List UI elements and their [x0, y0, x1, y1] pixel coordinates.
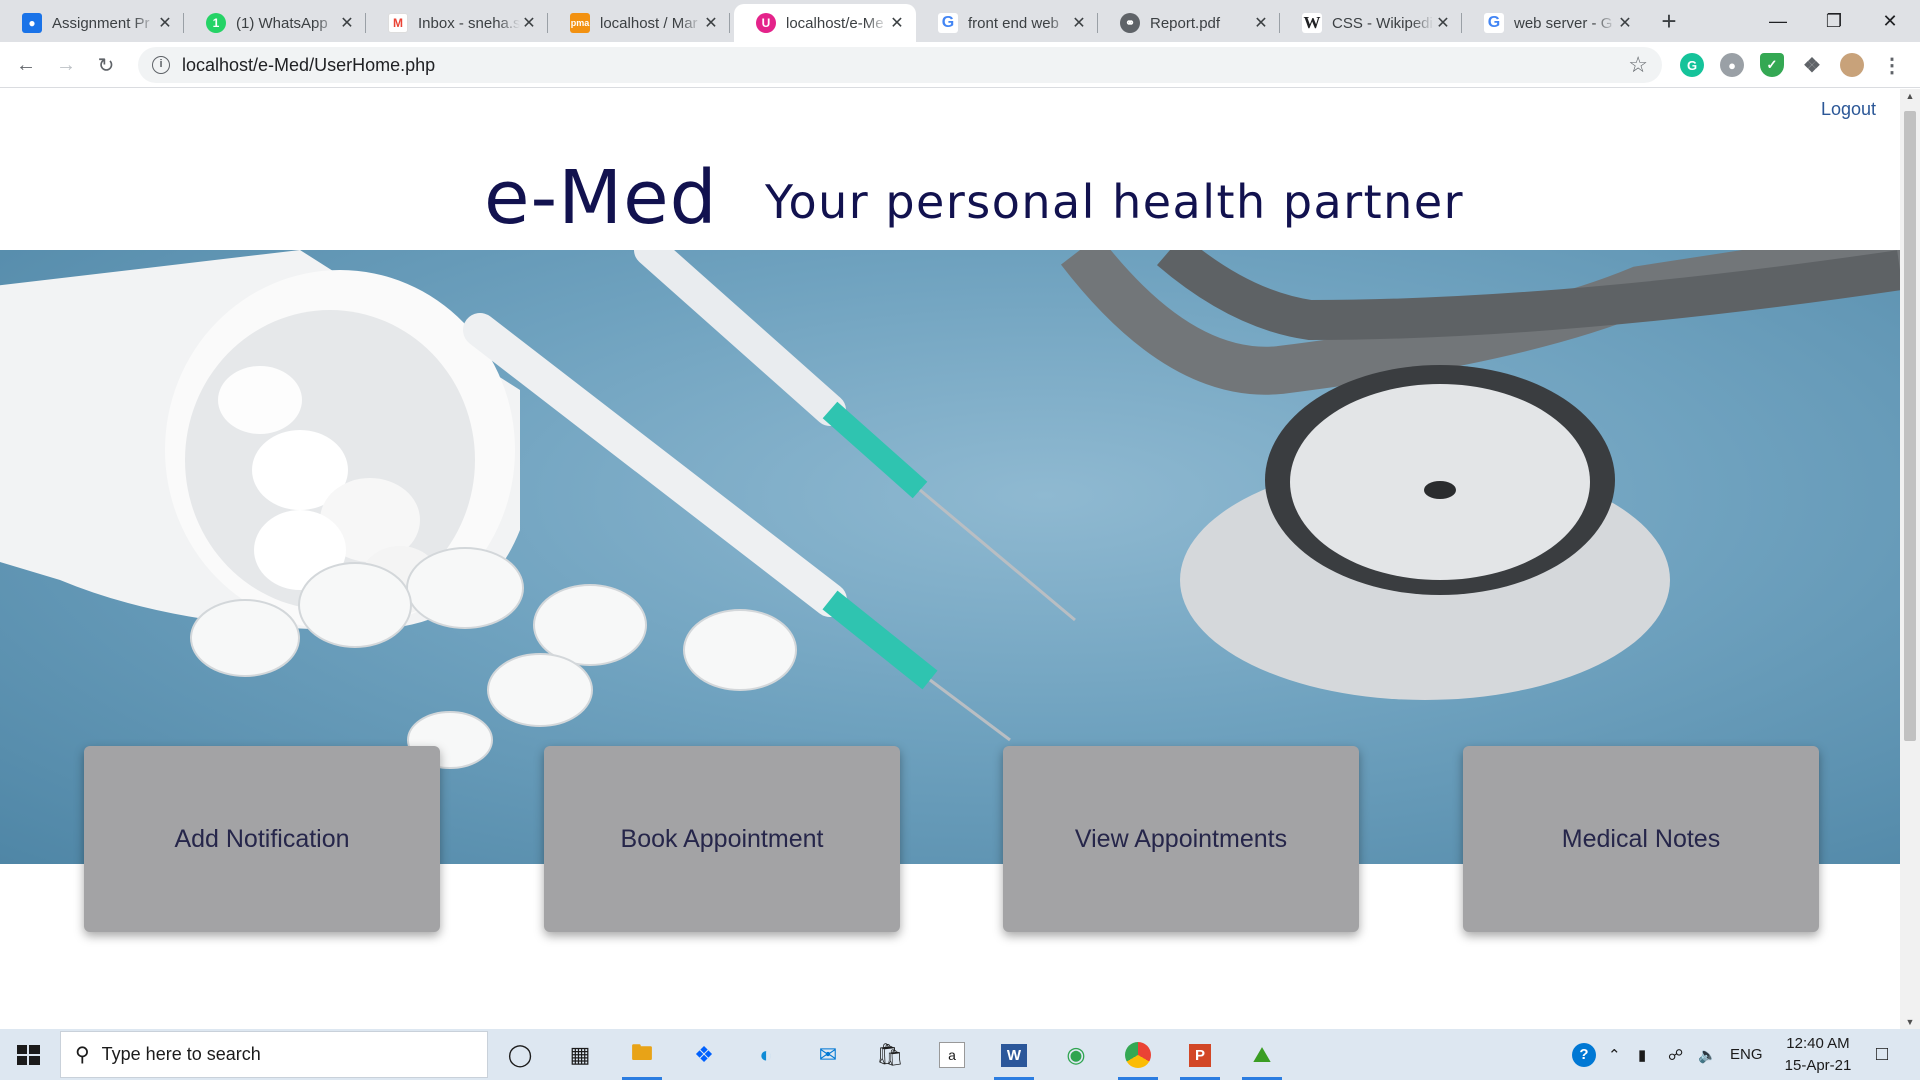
tab-title: localhost / Mar — [600, 14, 698, 32]
page-viewport: Logout e-Med Your personal health partne… — [0, 89, 1900, 1029]
extension-circle-icon[interactable]: ● — [1720, 53, 1744, 77]
powerpoint-icon[interactable]: P — [1180, 1035, 1220, 1080]
url-text[interactable]: localhost/e-Med/UserHome.php — [182, 55, 435, 76]
tab-title: front end web — [968, 14, 1059, 32]
emed-site-icon: U — [756, 13, 776, 33]
globe-icon: ⚭ — [1120, 13, 1140, 33]
action-cards: Add Notification Book Appointment View A… — [0, 746, 1900, 936]
phpmyadmin-icon: pma — [570, 13, 590, 33]
network-icon[interactable]: ☍ — [1668, 1029, 1683, 1080]
tab-title: web server - G — [1514, 14, 1613, 32]
classroom-icon: ● — [22, 13, 42, 33]
task-view-icon[interactable]: ▦ — [560, 1035, 600, 1075]
taskbar-search-box[interactable]: ⚲ Type here to search — [60, 1031, 488, 1078]
tab-title: CSS - Wikipedi — [1332, 14, 1433, 32]
word-icon[interactable]: W — [994, 1035, 1034, 1080]
scroll-down-arrow[interactable]: ▼ — [1900, 1017, 1920, 1027]
mail-icon[interactable]: ✉ — [808, 1035, 848, 1075]
tab-title: Inbox - sneha.s — [418, 14, 520, 32]
logout-link[interactable]: Logout — [1821, 99, 1876, 120]
medical-notes-button[interactable]: Medical Notes — [1463, 746, 1819, 932]
shield-extension-icon[interactable]: ✓ — [1760, 53, 1784, 77]
tab-phpmyadmin[interactable]: pma localhost / Mar ✕ — [548, 4, 730, 42]
volume-icon[interactable]: 🔈 — [1698, 1029, 1717, 1080]
site-tagline: Your personal health partner — [765, 175, 1465, 229]
maps-icon[interactable]: ◉ — [1056, 1035, 1096, 1075]
tab-title: localhost/e-Me — [786, 14, 884, 32]
cortana-icon[interactable]: ◯ — [500, 1035, 540, 1075]
scrollbar-thumb[interactable] — [1904, 111, 1916, 741]
site-brand-title: e-Med — [484, 155, 718, 241]
tab-google-webserver[interactable]: G web server - G ✕ — [1462, 4, 1644, 42]
clock-date: 15-Apr-21 — [1784, 1057, 1852, 1074]
close-tab-icon[interactable]: ✕ — [520, 13, 538, 33]
chrome-icon[interactable] — [1118, 1035, 1158, 1080]
browser-tab-strip: ● Assignment Pr ✕ 1 (1) WhatsApp ✕ M Inb… — [0, 0, 1920, 42]
site-info-icon[interactable]: i — [152, 56, 170, 74]
scroll-up-arrow[interactable]: ▲ — [1900, 91, 1920, 101]
photos-icon[interactable]: ⛰ — [1242, 1035, 1282, 1080]
language-indicator[interactable]: ENG — [1730, 1029, 1763, 1080]
tab-gmail[interactable]: M Inbox - sneha.s ✕ — [366, 4, 548, 42]
tab-assignment[interactable]: ● Assignment Pr ✕ — [0, 4, 184, 42]
close-tab-icon[interactable]: ✕ — [888, 13, 906, 33]
dropbox-icon[interactable]: ❖ — [684, 1035, 724, 1075]
minimize-button[interactable]: — — [1750, 0, 1806, 42]
tab-title: Assignment Pr — [52, 14, 150, 32]
wikipedia-icon: W — [1302, 13, 1322, 33]
google-icon: G — [938, 13, 958, 33]
close-tab-icon[interactable]: ✕ — [1252, 13, 1270, 33]
address-bar[interactable]: i localhost/e-Med/UserHome.php ☆ — [138, 47, 1662, 83]
tab-report-pdf[interactable]: ⚭ Report.pdf ✕ — [1098, 4, 1280, 42]
page-scrollbar[interactable]: ▲ ▼ — [1900, 89, 1920, 1029]
close-tab-icon[interactable]: ✕ — [338, 13, 356, 33]
tab-title: (1) WhatsApp — [236, 14, 328, 32]
windows-start-icon[interactable] — [8, 1037, 50, 1073]
stethoscope-illustration — [1060, 250, 1900, 700]
tab-wikipedia[interactable]: W CSS - Wikipedi ✕ — [1280, 4, 1462, 42]
extensions-puzzle-icon[interactable]: ❖ — [1800, 53, 1824, 77]
help-icon[interactable]: ? — [1572, 1029, 1596, 1080]
store-icon[interactable]: 🛍 — [870, 1035, 910, 1075]
tab-title: Report.pdf — [1150, 14, 1221, 32]
clock-time: 12:40 AM — [1786, 1035, 1850, 1052]
back-button[interactable]: ← — [10, 49, 42, 81]
close-tab-icon[interactable]: ✕ — [1616, 13, 1634, 33]
tray-expand-icon[interactable]: ⌃ — [1608, 1029, 1621, 1080]
google-icon: G — [1484, 13, 1504, 33]
search-placeholder: Type here to search — [101, 1044, 261, 1064]
reload-button[interactable]: ↻ — [90, 49, 122, 81]
amazon-icon[interactable]: a — [932, 1035, 972, 1075]
close-window-button[interactable]: ✕ — [1862, 0, 1918, 42]
bookmark-star-icon[interactable]: ☆ — [1628, 52, 1648, 78]
grammarly-icon[interactable]: G — [1680, 53, 1704, 77]
forward-button[interactable]: → — [50, 49, 82, 81]
gmail-icon: M — [388, 13, 408, 33]
tab-emed[interactable]: U localhost/e-Me ✕ — [734, 4, 916, 42]
close-tab-icon[interactable]: ✕ — [1434, 13, 1452, 33]
book-appointment-button[interactable]: Book Appointment — [544, 746, 900, 932]
profile-avatar[interactable] — [1840, 53, 1864, 77]
tab-whatsapp[interactable]: 1 (1) WhatsApp ✕ — [184, 4, 366, 42]
edge-icon[interactable]: ◐ — [746, 1035, 786, 1075]
notifications-icon[interactable]: □ — [1876, 1029, 1888, 1080]
windows-taskbar: ⚲ Type here to search ◯ ▦ 🖿 ❖ ◐ ✉ 🛍 a W … — [0, 1029, 1920, 1080]
tab-google-frontend[interactable]: G front end web ✕ — [916, 4, 1098, 42]
add-notification-button[interactable]: Add Notification — [84, 746, 440, 932]
close-tab-icon[interactable]: ✕ — [1070, 13, 1088, 33]
search-icon: ⚲ — [75, 1044, 90, 1066]
taskbar-clock[interactable]: 12:40 AM 15-Apr-21 — [1768, 1033, 1868, 1077]
battery-icon[interactable]: ▮ — [1638, 1029, 1646, 1080]
file-explorer-icon[interactable]: 🖿 — [622, 1035, 662, 1080]
whatsapp-icon: 1 — [206, 13, 226, 33]
restore-button[interactable]: ❐ — [1806, 0, 1862, 42]
view-appointments-button[interactable]: View Appointments — [1003, 746, 1359, 932]
new-tab-button[interactable]: + — [1654, 6, 1684, 36]
close-tab-icon[interactable]: ✕ — [702, 13, 720, 33]
close-tab-icon[interactable]: ✕ — [156, 13, 174, 33]
browser-toolbar: ← → ↻ i localhost/e-Med/UserHome.php ☆ G… — [0, 42, 1920, 88]
menu-kebab-icon[interactable]: ⋮ — [1880, 53, 1904, 77]
